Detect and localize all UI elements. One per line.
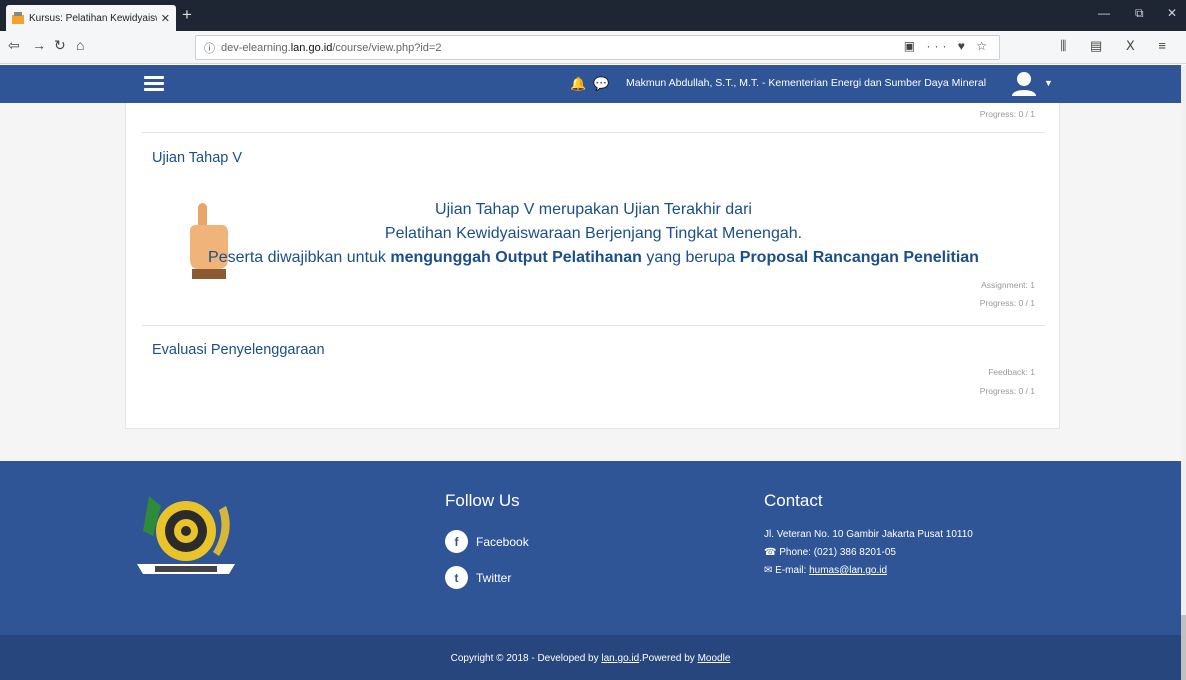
url-prefix: dev-elearning. (221, 41, 291, 54)
email-label: E-mail: (775, 565, 810, 576)
facebook-icon: f (445, 530, 468, 553)
scrollbar-thumb[interactable] (1181, 615, 1186, 680)
site-header: 🔔 💬 Makmun Abdullah, S.T., M.T. - Kement… (0, 65, 1181, 103)
new-tab-button[interactable]: + (182, 5, 192, 25)
envelope-icon: ✉ (764, 565, 776, 576)
tab-title: Kursus: Pelatihan Kewidyaiswa (29, 12, 157, 24)
url-path: /course/view.php?id=2 (332, 41, 442, 54)
follow-us-heading: Follow Us (445, 491, 520, 510)
twitter-label: Twitter (476, 570, 512, 585)
toolbar-icons[interactable]: ⫼ ▤ Ⅹ ≡ (1060, 38, 1176, 54)
moodle-link[interactable]: Moodle (698, 653, 731, 664)
tab-close-icon[interactable]: ✕ (161, 12, 170, 25)
main-content: Progress: 0 / 1 Ujian Tahap V Ujian Taha… (0, 103, 1181, 461)
phone-text: Phone: (021) 386 8201-05 (779, 547, 896, 558)
twitter-icon: t (445, 566, 468, 589)
course-section-previous: Progress: 0 / 1 (142, 103, 1045, 133)
twitter-link[interactable]: t Twitter (445, 566, 511, 589)
course-section-ujian-tahap-v: Ujian Tahap V Ujian Tahap V merupakan Uj… (142, 133, 1045, 326)
email-link[interactable]: humas@lan.go.id (809, 565, 887, 576)
activity-count: Assignment: 1 (981, 280, 1035, 290)
home-icon[interactable]: ⌂ (76, 37, 84, 53)
facebook-label: Facebook (476, 534, 529, 549)
minimize-icon[interactable]: — (1098, 6, 1110, 20)
user-name[interactable]: Makmun Abdullah, S.T., M.T. - Kementeria… (626, 77, 986, 89)
summary-bold-text: mengunggah Output Pelatihanan (390, 249, 642, 266)
user-menu-caret-icon[interactable]: ▼ (1044, 78, 1053, 88)
contact-address: Jl. Veteran No. 10 Gambir Jakarta Pusat … (764, 529, 973, 540)
close-window-icon[interactable]: ✕ (1167, 6, 1177, 20)
course-section-evaluasi: Evaluasi Penyelenggaraan Feedback: 1 Pro… (142, 326, 1045, 412)
summary-bold-text: Proposal Rancangan Penelitian (739, 249, 979, 266)
progress-text: Progress: 0 / 1 (979, 386, 1035, 396)
page-scrollbar[interactable] (1181, 65, 1186, 680)
url-domain: lan.go.id (290, 41, 333, 54)
progress-text: Progress: 0 / 1 (979, 298, 1035, 308)
contact-heading: Contact (764, 491, 823, 510)
site-footer: Follow Us f Facebook t Twitter Contact J… (0, 461, 1181, 635)
course-card: Progress: 0 / 1 Ujian Tahap V Ujian Taha… (125, 103, 1060, 429)
contact-phone: ☎ Phone: (021) 386 8201-05 (764, 547, 896, 558)
menu-toggle-icon[interactable] (144, 76, 164, 91)
activity-count: Feedback: 1 (988, 367, 1035, 377)
summary-text: Peserta diwajibkan untuk (208, 249, 391, 266)
section-title[interactable]: Evaluasi Penyelenggaraan (152, 342, 325, 358)
restore-icon[interactable]: ⧉ (1135, 6, 1144, 21)
browser-tab-bar: Kursus: Pelatihan Kewidyaiswa ✕ + — ⧉ ✕ (0, 0, 1186, 31)
browser-nav-bar: ⇦ → ↻ ⌂ ⓘ dev-elearning. lan.go.id/course… (0, 31, 1186, 64)
section-title[interactable]: Ujian Tahap V (152, 150, 242, 166)
page-actions-icons[interactable]: ▣ ··· ♥ ☆ (904, 39, 991, 53)
forward-icon[interactable]: → (32, 37, 46, 53)
reload-icon[interactable]: ↻ (54, 37, 66, 54)
address-bar[interactable]: ⓘ dev-elearning. lan.go.id/course/view.ph… (195, 35, 1000, 60)
info-icon[interactable]: ⓘ (204, 40, 215, 56)
copyright-bar: Copyright © 2018 - Developed by lan.go.i… (0, 635, 1181, 680)
copyright-text: .Powered by (639, 653, 698, 664)
contact-email: ✉ E-mail: humas@lan.go.id (764, 565, 887, 576)
back-icon[interactable]: ⇦ (8, 37, 20, 54)
moodle-favicon-icon (12, 12, 24, 24)
notification-message-icons[interactable]: 🔔 💬 (570, 76, 610, 92)
section-summary-line: Pelatihan Kewidyaiswaraan Berjenjang Tin… (384, 225, 803, 242)
section-summary-line: Ujian Tahap V merupakan Ujian Terakhir d… (435, 201, 752, 218)
copyright-text: Copyright © 2018 - Developed by (450, 653, 602, 664)
lan-emblem-logo (137, 496, 235, 574)
browser-tab[interactable]: Kursus: Pelatihan Kewidyaiswa ✕ (6, 5, 176, 31)
avatar-icon[interactable] (1010, 70, 1038, 98)
phone-icon: ☎ (764, 547, 780, 558)
progress-text: Progress: 0 / 1 (979, 109, 1035, 119)
facebook-link[interactable]: f Facebook (445, 530, 529, 553)
lan-link[interactable]: lan.go.id (601, 653, 639, 664)
summary-text: yang berupa (641, 249, 740, 266)
section-summary-line: Peserta diwajibkan untuk mengunggah Outp… (142, 246, 1045, 270)
